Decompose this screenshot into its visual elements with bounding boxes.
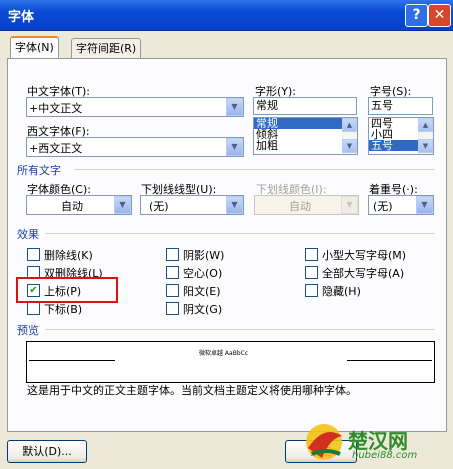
font-color-combo[interactable]: 自动 ▼ <box>26 195 132 215</box>
shadow-checkbox[interactable] <box>166 248 179 261</box>
section-divider <box>46 233 434 234</box>
chevron-down-icon[interactable]: ▼ <box>226 196 243 214</box>
emphasis-combo[interactable]: (无) ▼ <box>368 195 434 215</box>
western-font-value: +西文正文 <box>29 142 83 155</box>
tab-font[interactable]: 字体(N) <box>10 36 59 58</box>
underline-type-value: (无) <box>149 200 169 213</box>
chevron-down-icon[interactable]: ▼ <box>226 98 243 116</box>
chinese-font-combo[interactable]: +中文正文 ▼ <box>26 97 244 117</box>
preview-baseline-right <box>347 360 432 361</box>
scrollbar[interactable]: ▲ ▼ <box>342 118 357 154</box>
underline-color-value: 自动 <box>289 200 311 213</box>
preview-box: 微软卓越 AaBbCc <box>26 341 435 383</box>
emboss-label: 阳文(E) <box>183 285 221 298</box>
strikethrough-label: 删除线(K) <box>44 249 93 262</box>
scroll-up-icon[interactable]: ▲ <box>342 118 357 132</box>
underline-color-combo: 自动 ▼ <box>254 195 359 215</box>
subscript-checkbox[interactable] <box>27 302 40 315</box>
close-button[interactable]: ✕ <box>428 4 451 27</box>
style-input[interactable]: 常规 <box>253 97 357 115</box>
title-bar: 字体 ? ✕ <box>0 0 453 31</box>
style-list[interactable]: 常规 倾斜 加粗 ▲ ▼ <box>253 117 358 155</box>
window-title: 字体 <box>8 10 35 25</box>
engrave-checkbox[interactable] <box>166 302 179 315</box>
scroll-down-icon[interactable]: ▼ <box>342 139 357 153</box>
effects-section-title: 效果 <box>17 228 39 241</box>
watermark-logo-icon <box>300 418 348 466</box>
chevron-down-icon: ▼ <box>341 196 358 214</box>
chevron-down-icon[interactable]: ▼ <box>226 138 243 156</box>
emphasis-value: (无) <box>373 200 393 213</box>
emboss-checkbox[interactable] <box>166 284 179 297</box>
help-button[interactable]: ? <box>405 4 428 27</box>
size-input[interactable]: 五号 <box>368 97 433 115</box>
default-button[interactable]: 默认(D)... <box>7 440 87 463</box>
all-caps-checkbox[interactable] <box>305 266 318 279</box>
outline-checkbox[interactable] <box>166 266 179 279</box>
preview-note: 这是用于中文的正文主题字体。当前文档主题定义将使用哪种字体。 <box>27 384 357 397</box>
hidden-checkbox[interactable] <box>305 284 318 297</box>
watermark-url: hubei88.com <box>352 450 418 461</box>
outline-label: 空心(O) <box>183 267 223 280</box>
subscript-label: 下标(B) <box>44 303 83 316</box>
scroll-down-icon[interactable]: ▼ <box>418 139 433 153</box>
chevron-down-icon[interactable]: ▼ <box>416 196 433 214</box>
chevron-down-icon[interactable]: ▼ <box>114 196 131 214</box>
all-text-section-title: 所有文字 <box>17 164 61 177</box>
font-dialog: 字体 ? ✕ 字体(N) 字符间距(R) 中文字体(T): +中文正文 ▼ 西文… <box>0 0 453 469</box>
preview-baseline-left <box>29 360 115 361</box>
size-list[interactable]: 四号 小四 五号 ▲ ▼ <box>368 117 434 155</box>
scrollbar[interactable]: ▲ ▼ <box>418 118 433 154</box>
strikethrough-checkbox[interactable] <box>27 248 40 261</box>
tab-character-spacing[interactable]: 字符间距(R) <box>71 38 142 59</box>
preview-sample-text: 微软卓越 AaBbCc <box>199 350 249 357</box>
hidden-label: 隐藏(H) <box>322 285 361 298</box>
all-caps-label: 全部大写字母(A) <box>322 267 405 280</box>
preview-section-title: 预览 <box>17 324 39 337</box>
highlight-box <box>16 277 118 303</box>
scroll-up-icon[interactable]: ▲ <box>418 118 433 132</box>
small-caps-checkbox[interactable] <box>305 248 318 261</box>
font-color-value: 自动 <box>61 200 83 213</box>
chinese-font-value: +中文正文 <box>29 102 83 115</box>
western-font-combo[interactable]: +西文正文 ▼ <box>26 137 244 157</box>
section-divider <box>46 329 434 330</box>
section-divider <box>74 169 434 170</box>
engrave-label: 阴文(G) <box>183 303 223 316</box>
small-caps-label: 小型大写字母(M) <box>322 249 407 262</box>
shadow-label: 阴影(W) <box>183 249 225 262</box>
underline-type-combo[interactable]: (无) ▼ <box>140 195 244 215</box>
